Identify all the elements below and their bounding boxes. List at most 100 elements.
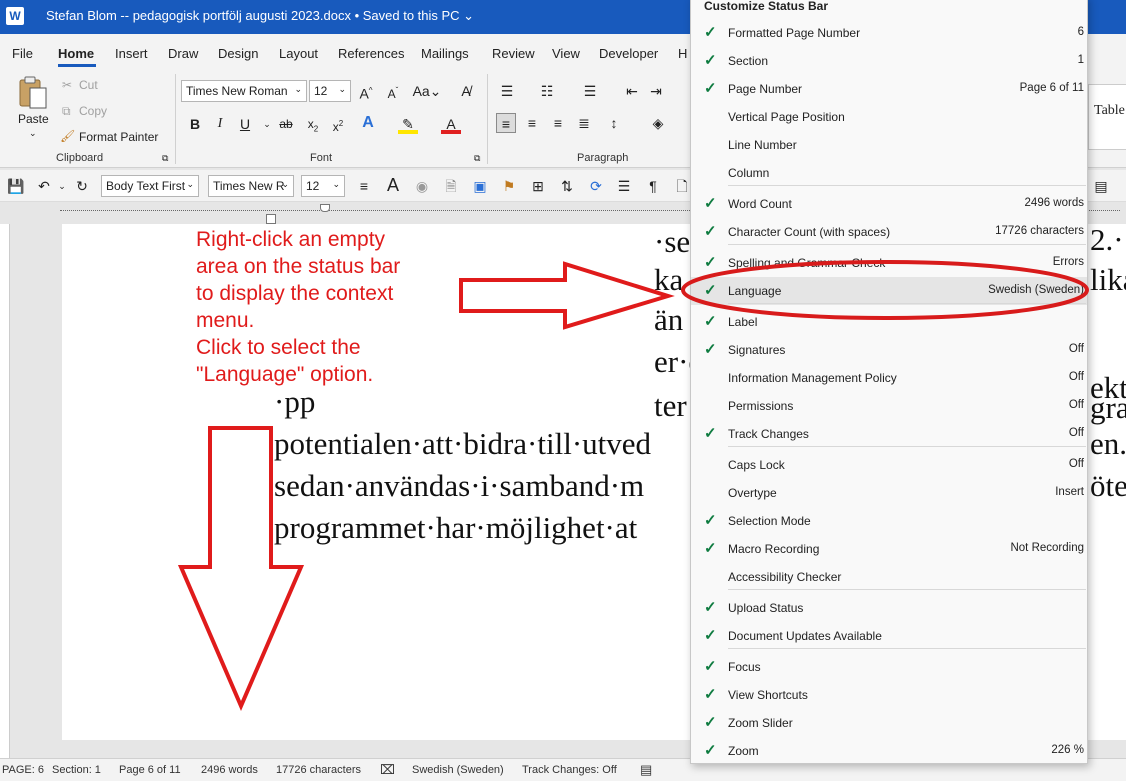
menu-item-value: Off: [1068, 343, 1084, 355]
status-character-count[interactable]: 17726 characters: [276, 764, 361, 776]
menu-item-track-changes[interactable]: ✓ Track Changes Off: [691, 420, 1087, 448]
status-page-formatted[interactable]: PAGE: 6: [2, 764, 44, 776]
menu-item-view-shortcuts[interactable]: ✓ View Shortcuts: [691, 681, 1087, 709]
checkmark-icon: ✓: [704, 80, 717, 97]
menu-item-upload-status[interactable]: ✓ Upload Status: [691, 594, 1087, 622]
menu-item-page-number[interactable]: ✓ Page Number Page 6 of 11: [691, 75, 1087, 103]
checkmark-icon: ✓: [704, 313, 717, 330]
menu-item-signatures[interactable]: ✓ Signatures Off: [691, 336, 1087, 364]
menu-item-accessibility-checker[interactable]: Accessibility Checker: [691, 563, 1087, 591]
menu-item-label: Permissions: [728, 399, 794, 413]
status-page-number[interactable]: Page 6 of 11: [119, 764, 181, 776]
checkmark-icon: ✓: [704, 599, 717, 616]
menu-item-formatted-page-number[interactable]: ✓ Formatted Page Number 6: [691, 19, 1087, 47]
menu-separator: [728, 648, 1086, 649]
menu-item-word-count[interactable]: ✓ Word Count 2496 words: [691, 190, 1087, 218]
menu-item-focus[interactable]: ✓ Focus: [691, 653, 1087, 681]
checkmark-icon: ✓: [704, 425, 717, 442]
menu-separator: [728, 303, 1086, 304]
menu-item-value: Insert: [1055, 486, 1084, 498]
menu-item-label: View Shortcuts: [728, 688, 808, 702]
menu-item-label: Document Updates Available: [728, 629, 882, 643]
status-word-count[interactable]: 2496 words: [201, 764, 258, 776]
checkmark-icon: ✓: [704, 254, 717, 271]
menu-item-label: Language: [728, 284, 782, 298]
status-track-changes[interactable]: Track Changes: Off: [522, 764, 617, 776]
menu-item-value: Errors: [1052, 256, 1084, 268]
menu-item-zoom-slider[interactable]: ✓ Zoom Slider: [691, 709, 1087, 737]
menu-item-label: Label: [728, 315, 758, 329]
menu-item-character-count-with-spaces[interactable]: ✓ Character Count (with spaces) 17726 char…: [691, 218, 1087, 246]
menu-item-value: Page 6 of 11: [1019, 82, 1084, 94]
menu-item-permissions[interactable]: Permissions Off: [691, 392, 1087, 420]
menu-item-label: Column: [728, 166, 770, 180]
checkmark-icon: ✓: [704, 195, 717, 212]
checkmark-icon: ✓: [704, 223, 717, 240]
menu-item-label: Focus: [728, 660, 761, 674]
menu-item-label: Word Count: [728, 197, 792, 211]
macro-recording-icon[interactable]: ▤: [640, 762, 652, 778]
menu-item-value: 1: [1077, 54, 1084, 66]
status-language[interactable]: Swedish (Sweden): [412, 764, 504, 776]
checkmark-icon: ✓: [704, 742, 717, 759]
checkmark-icon: ✓: [704, 512, 717, 529]
menu-item-zoom[interactable]: ✓ Zoom 226 %: [691, 737, 1087, 765]
menu-item-language[interactable]: ✓ Language Swedish (Sweden): [691, 277, 1087, 305]
menu-item-label: Accessibility Checker: [728, 570, 842, 584]
menu-separator: [728, 244, 1086, 245]
menu-item-label: Character Count (with spaces): [728, 225, 891, 239]
menu-item-information-management-policy[interactable]: Information Management Policy Off: [691, 364, 1087, 392]
menu-item-label: Information Management Policy: [728, 371, 897, 385]
menu-item-label: Formatted Page Number: [728, 26, 861, 40]
menu-item-value: Off: [1068, 371, 1084, 383]
menu-separator: [728, 446, 1086, 447]
menu-separator: [728, 589, 1086, 590]
menu-item-label: Zoom: [728, 744, 759, 758]
arrow-down-shape: [177, 426, 305, 712]
checkmark-icon: ✓: [704, 658, 717, 675]
menu-item-label: Line Number: [728, 138, 797, 152]
checkmark-icon: ✓: [704, 282, 717, 299]
menu-item-label: Spelling and Grammar Check: [728, 256, 886, 270]
menu-item-value: Off: [1068, 399, 1084, 411]
status-section[interactable]: Section: 1: [52, 764, 101, 776]
proofing-icon[interactable]: ⌧: [380, 762, 395, 778]
menu-item-overtype[interactable]: Overtype Insert: [691, 479, 1087, 507]
menu-item-selection-mode[interactable]: ✓ Selection Mode: [691, 507, 1087, 535]
menu-item-label: Zoom Slider: [728, 716, 793, 730]
checkmark-icon: ✓: [704, 540, 717, 557]
menu-item-column[interactable]: Column: [691, 159, 1087, 187]
menu-item-value: Swedish (Sweden): [988, 284, 1084, 296]
menu-item-spelling-and-grammar-check[interactable]: ✓ Spelling and Grammar Check Errors: [691, 249, 1087, 277]
menu-item-label: Track Changes: [728, 427, 809, 441]
checkmark-icon: ✓: [704, 627, 717, 644]
menu-item-value: 17726 characters: [995, 225, 1084, 237]
menu-item-macro-recording[interactable]: ✓ Macro Recording Not Recording: [691, 535, 1087, 563]
menu-item-caps-lock[interactable]: Caps Lock Off: [691, 451, 1087, 479]
menu-item-line-number[interactable]: Line Number: [691, 131, 1087, 159]
menu-item-document-updates-available[interactable]: ✓ Document Updates Available: [691, 622, 1087, 650]
checkmark-icon: ✓: [704, 714, 717, 731]
menu-item-label: Overtype: [728, 486, 777, 500]
menu-item-value: Off: [1068, 458, 1084, 470]
menu-item-value: 6: [1077, 26, 1084, 38]
menu-item-label: Signatures: [728, 343, 786, 357]
menu-item-value: 2496 words: [1024, 197, 1084, 209]
menu-item-label: Caps Lock: [728, 458, 785, 472]
menu-separator: [728, 185, 1086, 186]
checkmark-icon: ✓: [704, 24, 717, 41]
menu-item-value: Off: [1068, 427, 1084, 439]
menu-item-label[interactable]: ✓ Label: [691, 308, 1087, 336]
customize-status-bar-menu: Customize Status Bar ✓ Formatted Page Num…: [690, 0, 1088, 764]
menu-item-value: Not Recording: [1010, 542, 1084, 554]
menu-item-vertical-page-position[interactable]: Vertical Page Position: [691, 103, 1087, 131]
menu-item-value: 226 %: [1051, 744, 1084, 756]
menu-item-label: Vertical Page Position: [728, 110, 845, 124]
menu-item-label: Page Number: [728, 82, 803, 96]
menu-item-section[interactable]: ✓ Section 1: [691, 47, 1087, 75]
menu-item-label: Macro Recording: [728, 542, 820, 556]
checkmark-icon: ✓: [704, 52, 717, 69]
menu-item-label: Section: [728, 54, 769, 68]
checkmark-icon: ✓: [704, 341, 717, 358]
checkmark-icon: ✓: [704, 686, 717, 703]
